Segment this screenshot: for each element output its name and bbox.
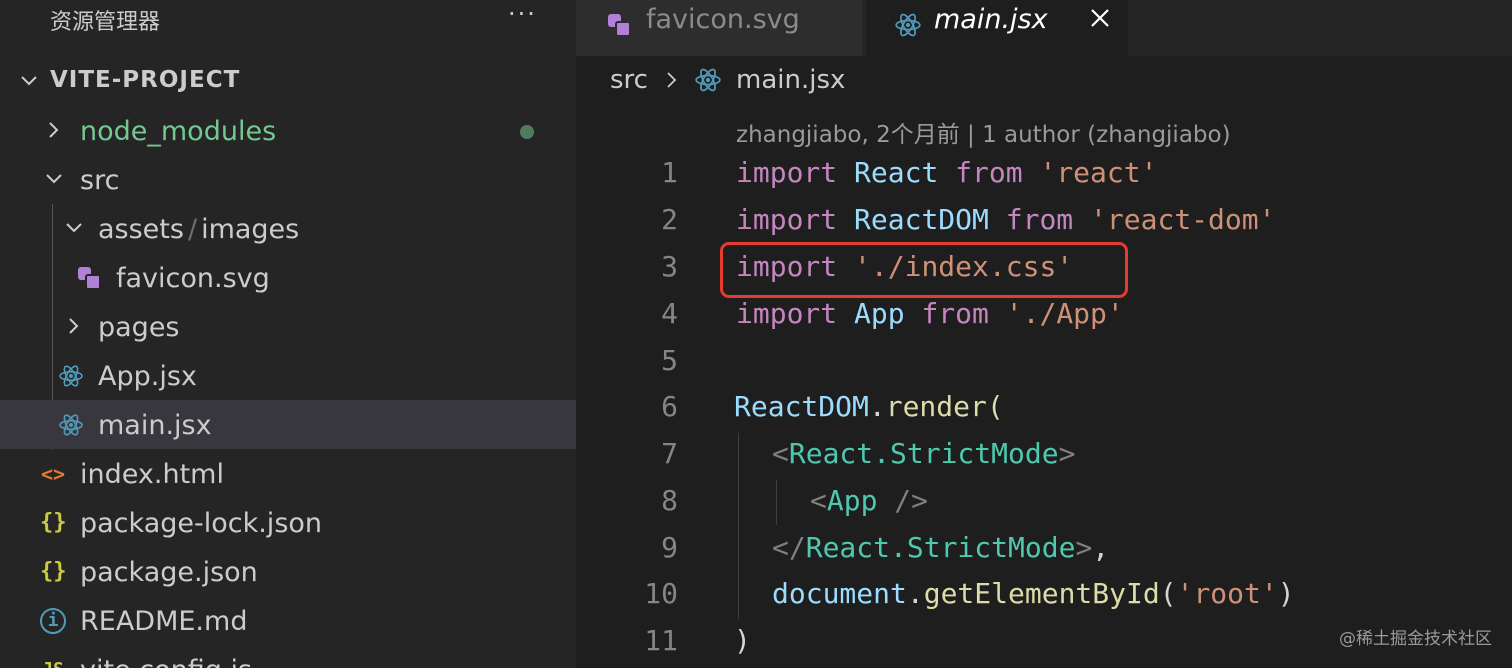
react-icon: [895, 13, 921, 37]
react-icon: [695, 68, 721, 92]
watermark: @稀土掘金技术社区: [1339, 629, 1492, 649]
explorer-sidebar: 资源管理器 ··· VITE-PROJECT node_modules src …: [0, 0, 576, 668]
line-number: 3: [661, 250, 678, 283]
code-line[interactable]: 9 </React.StrictMode>,: [576, 525, 1512, 572]
code-text: ReactDOM.render(: [734, 390, 1004, 423]
code-text: import ReactDOM from 'react-dom': [736, 203, 1276, 236]
tree-item-label: package.json: [80, 557, 258, 588]
code-text: import App from './App': [736, 297, 1124, 330]
tree-item-label: README.md: [80, 606, 248, 637]
svg-file-icon: [78, 267, 101, 290]
tab-main-jsx[interactable]: main.jsx: [866, 0, 1128, 56]
path-segment: images: [201, 214, 300, 245]
code-text: <React.StrictMode>: [772, 437, 1076, 470]
breadcrumb: src main.jsx: [576, 56, 1512, 106]
explorer-header: 资源管理器 ···: [0, 0, 576, 38]
annotation-highlight-box: [720, 242, 1128, 298]
chevron-right-icon: [667, 72, 677, 88]
line-number: 8: [661, 484, 678, 517]
tree-item-vite-config-js[interactable]: JS vite.config.js: [0, 645, 576, 668]
tree-item-label: App.jsx: [98, 361, 197, 392]
chevron-right-icon: [49, 122, 59, 138]
tab-label: favicon.svg: [646, 4, 800, 35]
chevron-down-icon: [21, 76, 37, 86]
tab-bar: favicon.svg main.jsx: [576, 0, 1512, 56]
chevron-right-icon: [69, 318, 79, 334]
code-line[interactable]: 10 document.getElementById('root'): [576, 571, 1512, 618]
tree-item-label: main.jsx: [98, 410, 212, 441]
tree-item-main-jsx[interactable]: main.jsx: [0, 400, 576, 449]
tab-label: main.jsx: [934, 4, 1048, 35]
code-line[interactable]: 7 <React.StrictMode>: [576, 431, 1512, 478]
code-line[interactable]: 4 import App from './App': [576, 291, 1512, 338]
tree-item-label: src: [80, 165, 120, 196]
tree-item-package-json[interactable]: {} package.json: [0, 547, 576, 596]
line-number: 11: [644, 624, 678, 657]
code-text: <App />: [810, 484, 929, 517]
tree-item-app-jsx[interactable]: App.jsx: [0, 351, 576, 400]
tree-item-label: pages: [98, 312, 180, 343]
chevron-down-icon: [46, 174, 62, 184]
js-file-icon: JS: [40, 657, 66, 668]
explorer-title: 资源管理器: [50, 10, 161, 35]
tree-item-label: package-lock.json: [80, 508, 323, 539]
line-number: 10: [644, 577, 678, 610]
chevron-down-icon: [66, 223, 82, 233]
tab-favicon-svg[interactable]: favicon.svg: [576, 0, 862, 56]
project-name: VITE-PROJECT: [50, 67, 241, 93]
html-file-icon: <>: [40, 462, 66, 486]
code-text: import React from 'react': [736, 156, 1158, 189]
tree-item-favicon-svg[interactable]: favicon.svg: [0, 253, 576, 302]
code-line[interactable]: 5: [576, 338, 1512, 385]
tree-item-assets-images[interactable]: assets / images: [0, 204, 576, 253]
code-text: ): [734, 624, 751, 657]
code-line[interactable]: 8 <App />: [576, 478, 1512, 525]
code-line[interactable]: 1 import React from 'react': [576, 150, 1512, 197]
line-number: 7: [661, 437, 678, 470]
project-root-row[interactable]: VITE-PROJECT: [0, 58, 576, 104]
line-number: 5: [661, 344, 678, 377]
indent-guide: [776, 480, 777, 525]
breadcrumb-file[interactable]: main.jsx: [736, 65, 845, 95]
code-text: document.getElementById('root'): [772, 577, 1295, 610]
tree-item-readme-md[interactable]: i README.md: [0, 596, 576, 645]
tree-item-label: node_modules: [80, 116, 277, 147]
react-icon: [59, 414, 83, 436]
json-file-icon: {}: [40, 559, 67, 584]
tree-item-pages[interactable]: pages: [0, 302, 576, 351]
line-number: 6: [661, 390, 678, 423]
tree-item-label: assets / images: [98, 214, 299, 245]
indent-guide: [738, 433, 739, 619]
tree-item-src[interactable]: src: [0, 155, 576, 204]
tree-item-package-lock-json[interactable]: {} package-lock.json: [0, 498, 576, 547]
line-number: 2: [661, 203, 678, 236]
git-status-dot: [520, 125, 534, 139]
code-text: </React.StrictMode>,: [772, 531, 1110, 564]
git-blame-codelens[interactable]: zhangjiabo, 2个月前 | 1 author (zhangjiabo): [736, 115, 1231, 149]
code-line[interactable]: 6 ReactDOM.render(: [576, 384, 1512, 431]
breadcrumb-folder[interactable]: src: [610, 65, 648, 95]
tree-item-label: vite.config.js: [80, 655, 252, 668]
close-icon[interactable]: [1088, 6, 1112, 30]
more-actions-button[interactable]: ···: [508, 0, 537, 28]
path-segment: assets: [98, 214, 184, 245]
line-number: 1: [661, 156, 678, 189]
code-line[interactable]: 2 import ReactDOM from 'react-dom': [576, 197, 1512, 244]
line-number: 9: [661, 531, 678, 564]
editor-area: favicon.svg main.jsx src main.jsx zhangj…: [576, 0, 1512, 668]
react-icon: [59, 365, 83, 387]
tree-item-index-html[interactable]: <> index.html: [0, 449, 576, 498]
path-separator: /: [187, 214, 198, 245]
tree-item-label: favicon.svg: [116, 263, 270, 294]
line-number: 4: [661, 297, 678, 330]
tree-item-label: index.html: [80, 459, 224, 490]
info-icon: i: [40, 608, 66, 634]
tree-item-node-modules[interactable]: node_modules: [0, 106, 576, 155]
svg-file-icon: [608, 14, 631, 37]
json-file-icon: {}: [40, 510, 67, 535]
